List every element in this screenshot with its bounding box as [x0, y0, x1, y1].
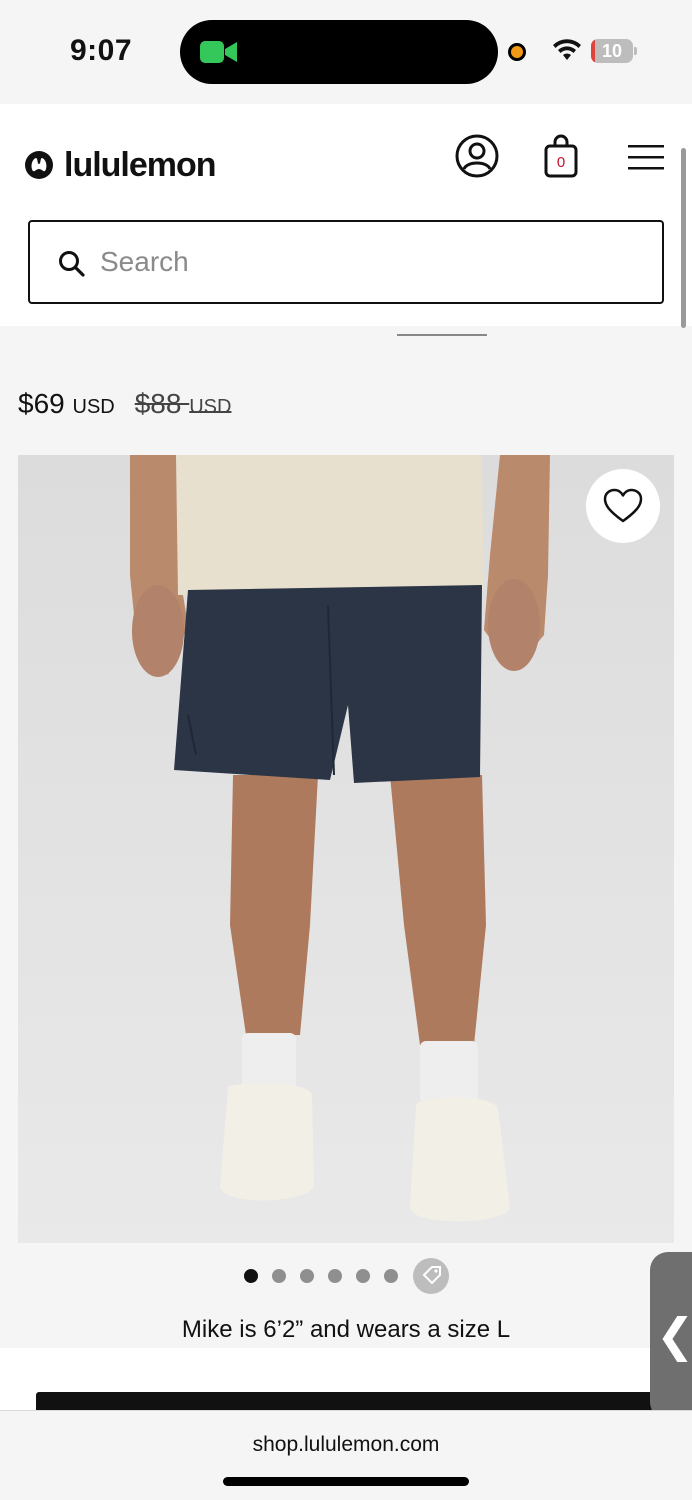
below-fold-section [0, 1348, 692, 1410]
carousel-dot-4[interactable] [328, 1269, 342, 1283]
chevron-left-icon: ❮ [656, 1309, 692, 1361]
price-current: $69 USD [18, 388, 115, 419]
search-box[interactable] [28, 220, 664, 304]
price-original: $88 USD [134, 388, 232, 419]
carousel-dot-2[interactable] [272, 1269, 286, 1283]
site-header: lululemon 0 [0, 104, 692, 326]
home-indicator [223, 1477, 469, 1486]
price-row: $69 USD $88 USD [18, 388, 231, 428]
promo-link-underline[interactable] [397, 334, 487, 336]
battery-percent: 10 [601, 41, 623, 61]
lululemon-logo-icon[interactable] [24, 150, 54, 180]
bag-count: 0 [556, 154, 566, 171]
side-drawer-tab[interactable]: ❮ [650, 1252, 692, 1420]
scroll-indicator[interactable] [681, 148, 686, 328]
carousel-dot-5[interactable] [356, 1269, 370, 1283]
browser-url-bar[interactable]: shop.lululemon.com [0, 1410, 692, 1500]
product-image[interactable] [18, 455, 674, 1243]
url-text[interactable]: shop.lululemon.com [0, 1433, 692, 1457]
carousel-dot-3[interactable] [300, 1269, 314, 1283]
mic-indicator-dot [508, 43, 526, 61]
price-current-currency: USD [72, 396, 115, 418]
carousel-dot-1[interactable] [244, 1269, 258, 1283]
dynamic-island [180, 20, 498, 84]
carousel-dot-6[interactable] [384, 1269, 398, 1283]
search-input[interactable] [100, 242, 640, 282]
product-photo-illustration [18, 455, 674, 1243]
add-to-bag-button-partial[interactable] [36, 1392, 656, 1410]
status-bar: 9:07 10 [0, 0, 692, 104]
price-tag-icon [422, 1266, 441, 1285]
search-icon [59, 251, 85, 277]
promo-strip-clipped [0, 326, 692, 338]
price-tag-dot[interactable] [413, 1258, 449, 1294]
facetime-camera-icon [200, 41, 237, 63]
logo-wordmark[interactable]: lululemon [64, 146, 217, 185]
battery-icon: 10 [591, 39, 637, 63]
model-size-info: Mike is 6’2” and wears a size L [181, 1316, 511, 1343]
wishlist-button[interactable] [586, 469, 660, 543]
status-time: 9:07 [70, 34, 133, 67]
account-icon[interactable] [455, 134, 499, 178]
wifi-icon [553, 39, 581, 60]
menu-icon[interactable] [628, 144, 664, 170]
price-original-currency: USD [189, 396, 232, 418]
heart-icon [603, 488, 643, 523]
